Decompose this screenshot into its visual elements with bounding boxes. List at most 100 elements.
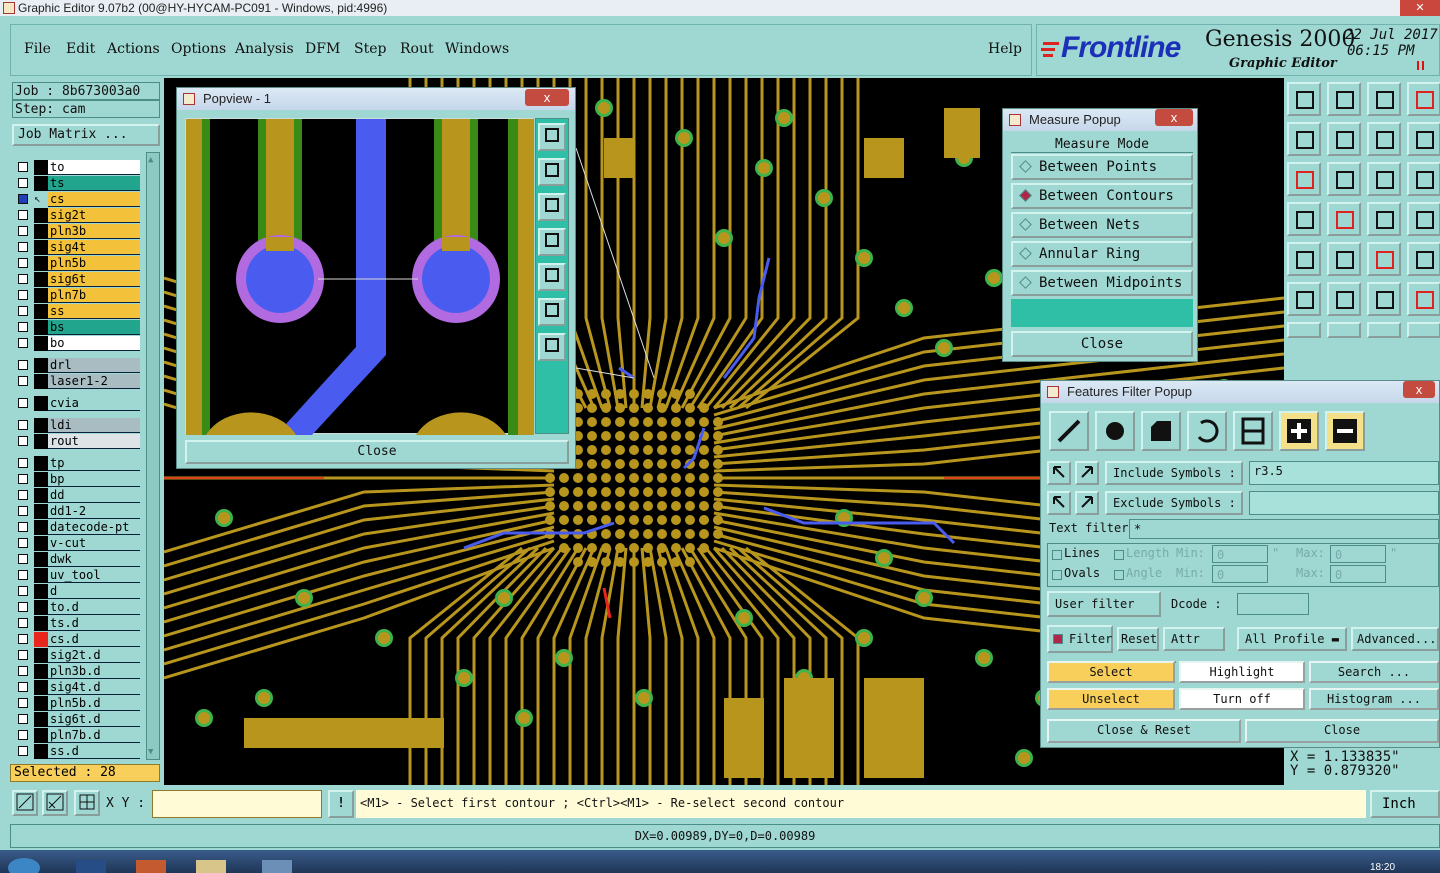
layer-checkbox[interactable] [18, 746, 28, 756]
alert-icon[interactable]: ! [328, 790, 354, 818]
select-button[interactable]: Select [1047, 661, 1175, 683]
layer-name[interactable]: to [48, 160, 140, 175]
layer-name[interactable]: pln5b [48, 256, 140, 271]
include-pick-alt-icon[interactable] [1075, 461, 1099, 485]
angle-max-input[interactable]: 0 [1330, 565, 1386, 583]
layer-row[interactable]: cvia [14, 396, 140, 411]
ffilter-close-button[interactable]: Close [1245, 719, 1439, 743]
positive-polarity-button[interactable] [1279, 411, 1319, 451]
layer-row[interactable]: dwk [14, 552, 140, 567]
layer-name[interactable]: sig2t.d [48, 648, 140, 663]
layer-row[interactable]: sig2t [14, 208, 140, 223]
layer-name[interactable]: ss.d [48, 744, 140, 759]
layer-checkbox[interactable] [18, 634, 28, 644]
mode-annular-ring[interactable]: Annular Ring [1011, 241, 1193, 267]
taskbar-app-icon[interactable] [196, 860, 226, 873]
snap-blue-icon[interactable] [1407, 202, 1440, 236]
ovals-checkbox[interactable] [1052, 570, 1062, 580]
layer-row[interactable]: pln3b [14, 224, 140, 239]
layer-checkbox[interactable] [18, 474, 28, 484]
layer-row[interactable]: sig2t.d [14, 648, 140, 663]
popview-pan-right-icon[interactable] [538, 263, 566, 291]
center-icon[interactable] [1327, 162, 1361, 196]
layer-row[interactable]: cs.d [14, 632, 140, 647]
layer-row[interactable]: tp [14, 456, 140, 471]
layer-row[interactable]: pln5b.d [14, 696, 140, 711]
layer-row[interactable]: ldi [14, 418, 140, 433]
polygon-select-icon[interactable] [1327, 242, 1361, 276]
advanced-button[interactable]: Advanced... [1351, 627, 1439, 651]
layer-row[interactable]: bp [14, 472, 140, 487]
layer-name[interactable]: cs [48, 192, 140, 207]
measure-close-x-button[interactable]: x [1155, 109, 1193, 126]
layer-checkbox[interactable] [18, 290, 28, 300]
layer-name[interactable]: tp [48, 456, 140, 471]
search-button[interactable]: Search ... [1309, 661, 1439, 683]
layer-checkbox[interactable] [18, 194, 28, 204]
layer-checkbox[interactable] [18, 338, 28, 348]
popview-fit-window-icon[interactable] [538, 298, 566, 326]
layer-row[interactable]: sig4t [14, 240, 140, 255]
include-pick-icon[interactable] [1047, 461, 1071, 485]
layer-row[interactable]: sig4t.d [14, 680, 140, 695]
layer-checkbox[interactable] [18, 490, 28, 500]
layer-checkbox[interactable] [18, 522, 28, 532]
angle-checkbox[interactable] [1114, 570, 1124, 580]
layer-list-scrollbar[interactable]: ▲ ▼ [146, 152, 160, 760]
length-checkbox[interactable] [1114, 550, 1124, 560]
menu-analysis[interactable]: Analysis [235, 41, 294, 57]
xy-input[interactable] [152, 790, 322, 818]
layer-row[interactable]: dd1-2 [14, 504, 140, 519]
turn-off-button[interactable]: Turn off [1179, 688, 1305, 710]
layer-row[interactable]: drl [14, 358, 140, 373]
draw-line-icon[interactable] [1287, 322, 1321, 338]
help-query-icon[interactable] [1407, 162, 1440, 196]
menu-edit[interactable]: Edit [66, 41, 95, 57]
text-filter-input[interactable]: * [1129, 519, 1439, 539]
lines-checkbox[interactable] [1052, 550, 1062, 560]
layer-row[interactable]: pln5b [14, 256, 140, 271]
layer-toggle-icon[interactable] [1287, 202, 1321, 236]
menu-options[interactable]: Options [171, 41, 226, 57]
fit-all-icon[interactable] [1287, 162, 1321, 196]
layer-checkbox[interactable] [18, 650, 28, 660]
menu-windows[interactable]: Windows [445, 41, 509, 57]
popview-pan-all-icon[interactable] [538, 333, 566, 361]
layer-row[interactable]: pln7b [14, 288, 140, 303]
layer-name[interactable]: sig2t [48, 208, 140, 223]
layer-name[interactable]: bo [48, 336, 140, 351]
taskbar-app-icon[interactable] [136, 860, 166, 873]
pad-feature-button[interactable] [1095, 411, 1135, 451]
exclude-pick-icon[interactable] [1047, 491, 1071, 515]
layer-name[interactable]: sig6t [48, 272, 140, 287]
layer-name[interactable]: v-cut [48, 536, 140, 551]
layer-name[interactable]: pln7b [48, 288, 140, 303]
zoom-home-icon[interactable] [1287, 82, 1321, 116]
layer-row[interactable]: to.d [14, 600, 140, 615]
ffilter-close-x-button[interactable]: x [1403, 381, 1435, 398]
layer-row[interactable]: laser1-2 [14, 374, 140, 389]
layer-name[interactable]: sig4t.d [48, 680, 140, 695]
layer-row[interactable]: ss.d [14, 744, 140, 759]
measure-point-icon[interactable] [1367, 282, 1401, 316]
layer-name[interactable]: ss [48, 304, 140, 319]
menu-rout[interactable]: Rout [400, 41, 434, 57]
layer-row[interactable]: dd [14, 488, 140, 503]
edit-line-icon[interactable] [1327, 322, 1361, 338]
layer-name[interactable]: sig6t.d [48, 712, 140, 727]
layer-name[interactable]: bs [48, 320, 140, 335]
layer-row[interactable]: to [14, 160, 140, 175]
layer-row[interactable]: bs [14, 320, 140, 335]
zoom-in-icon[interactable] [1327, 82, 1361, 116]
layer-name[interactable]: dd [48, 488, 140, 503]
layer-checkbox[interactable] [18, 698, 28, 708]
layer-name[interactable]: dwk [48, 552, 140, 567]
popview-zoom-in-icon[interactable] [538, 158, 566, 186]
layer-checkbox[interactable] [18, 538, 28, 548]
layer-checkbox[interactable] [18, 618, 28, 628]
dot-tool-icon[interactable] [1407, 242, 1440, 276]
histogram-button[interactable]: Histogram ... [1309, 688, 1439, 710]
start-button-icon[interactable] [8, 858, 40, 873]
redraw-icon[interactable] [1367, 122, 1401, 156]
length-max-input[interactable]: 0 [1330, 545, 1386, 563]
